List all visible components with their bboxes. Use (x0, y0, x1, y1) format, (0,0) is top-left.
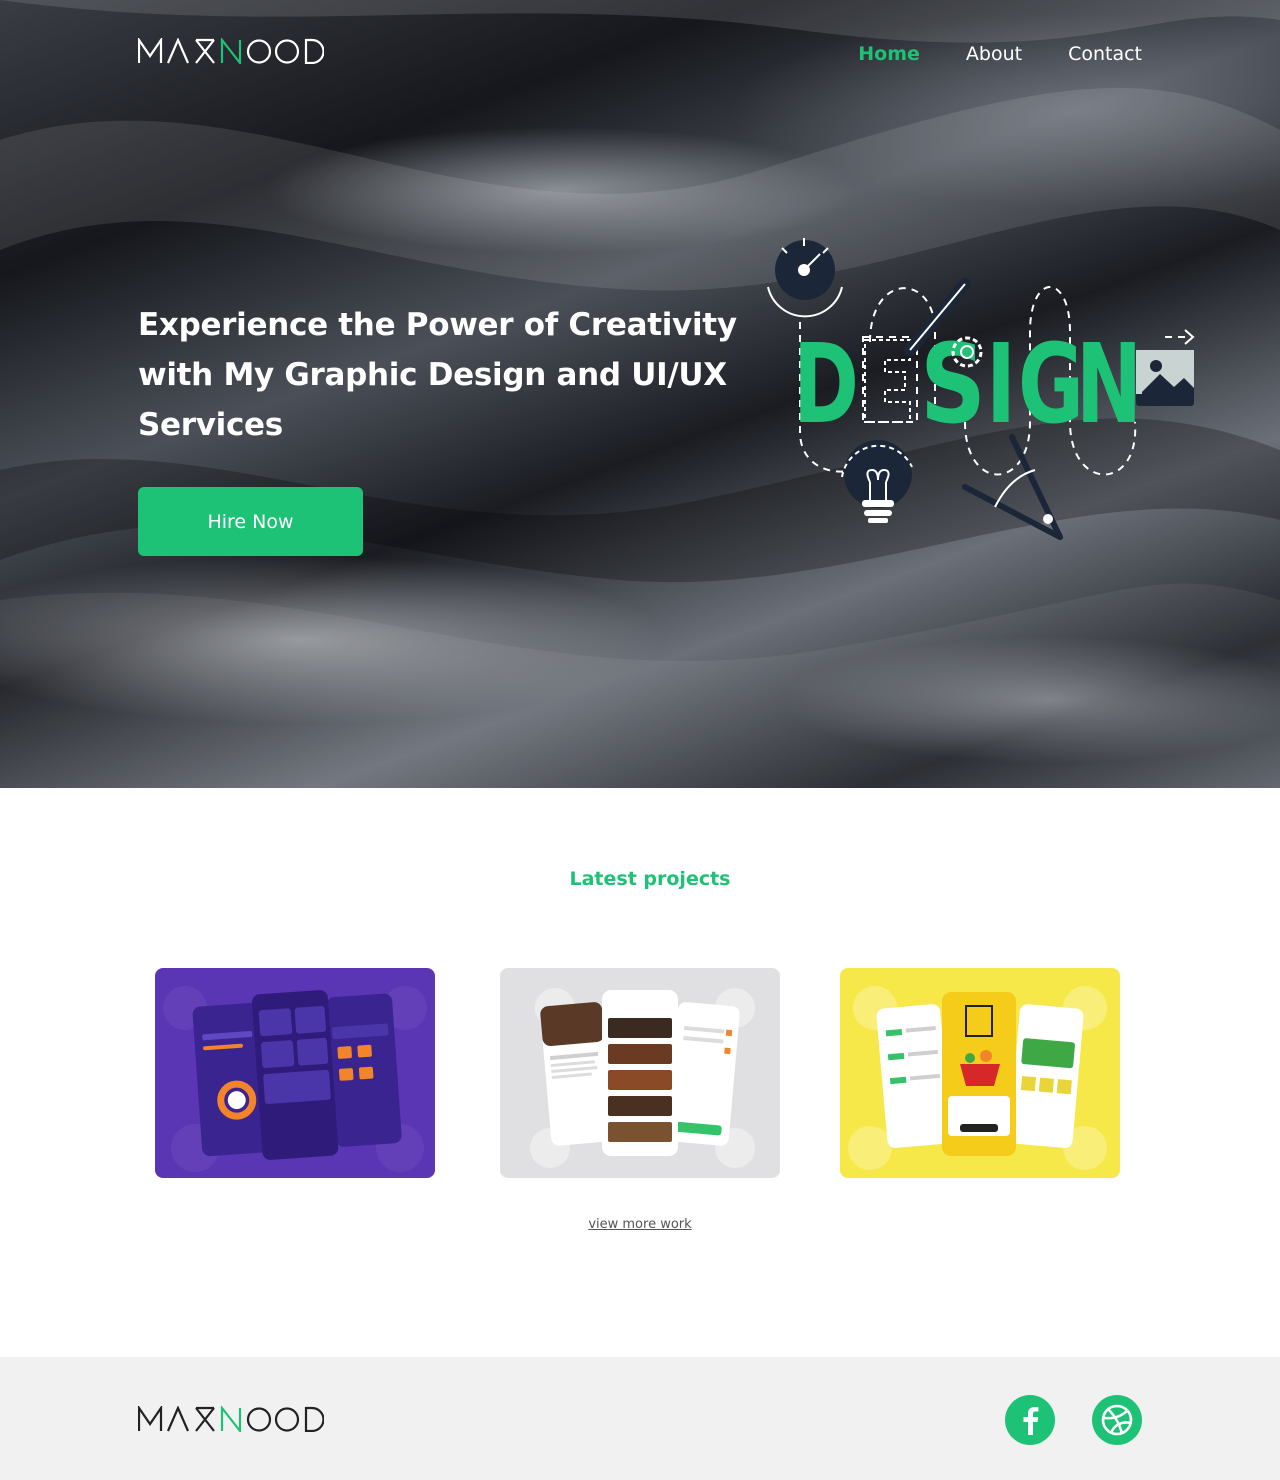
svg-text:G: G (1018, 320, 1084, 448)
footer-logo[interactable] (138, 1406, 324, 1432)
facebook-icon (1023, 1407, 1039, 1435)
grocery-app-mockup (848, 986, 1107, 1170)
nav-contact[interactable]: Contact (1068, 40, 1142, 68)
svg-text:N: N (1076, 320, 1142, 448)
projects-title: Latest projects (569, 868, 731, 890)
hero-section: Home About Contact Experience the Power … (0, 0, 1280, 788)
dribbble-link[interactable] (1092, 1395, 1142, 1445)
svg-text:S: S (920, 320, 986, 448)
design-illustration: D S I G N (767, 238, 1195, 540)
project-card-dashboard[interactable] (155, 968, 435, 1178)
svg-text:D: D (793, 320, 859, 448)
dashboard-app-mockup (163, 986, 427, 1172)
restaurant-app-mockup (530, 988, 755, 1168)
project-card-restaurant[interactable] (500, 968, 780, 1178)
dribbble-icon (1101, 1404, 1133, 1436)
facebook-link[interactable] (1005, 1395, 1055, 1445)
nav-home[interactable]: Home (858, 40, 920, 68)
nav-about[interactable]: About (966, 40, 1022, 68)
project-card-grocery[interactable] (840, 968, 1120, 1178)
main-nav: Home About Contact (858, 40, 1142, 68)
hero-headline: Experience the Power of Creativity with … (138, 307, 737, 443)
hire-now-button[interactable]: Hire Now (138, 487, 363, 556)
view-more-work-link[interactable]: view more work (0, 1217, 1280, 1232)
brand-logo[interactable] (138, 38, 324, 64)
footer (0, 1357, 1280, 1480)
svg-text:I: I (986, 320, 1016, 448)
